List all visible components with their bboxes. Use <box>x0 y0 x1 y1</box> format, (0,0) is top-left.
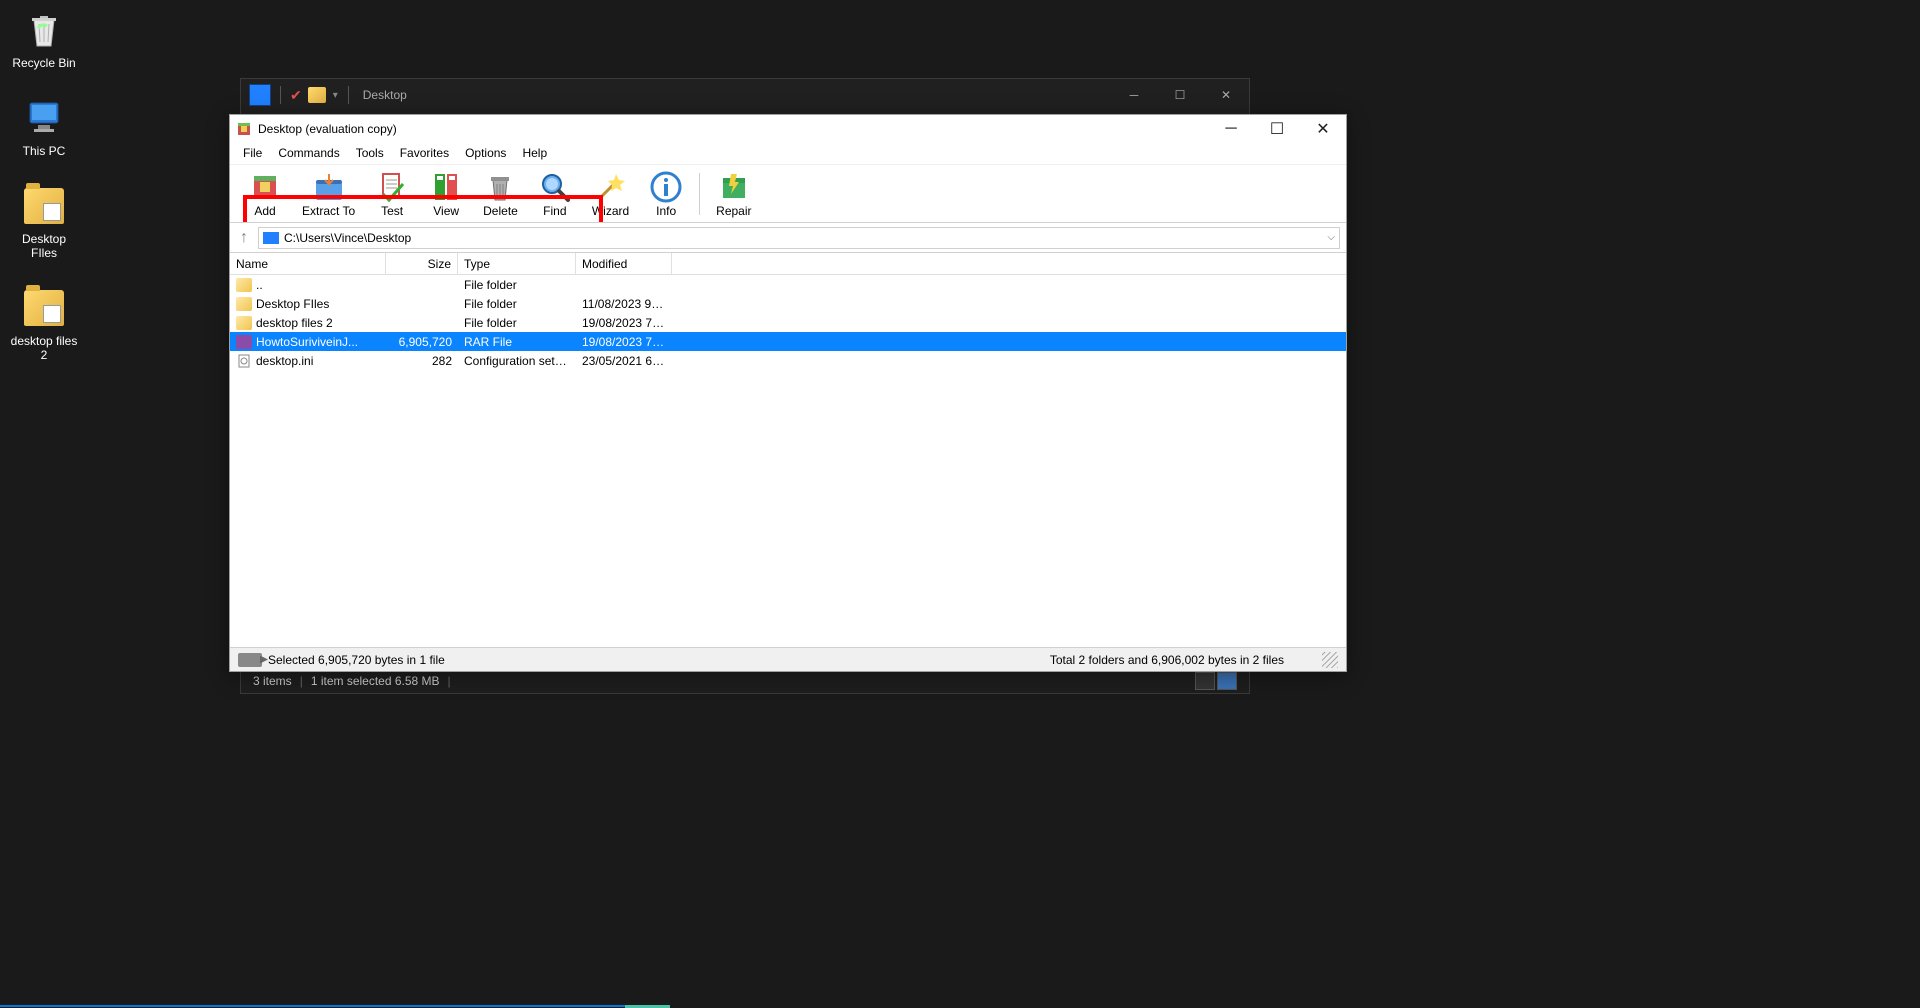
menu-favorites[interactable]: Favorites <box>393 144 456 163</box>
view-icon <box>429 170 463 204</box>
explorer-maximize-button[interactable]: ☐ <box>1157 80 1203 110</box>
file-type: RAR File <box>458 335 576 349</box>
path-text: C:\Users\Vince\Desktop <box>284 231 411 245</box>
wizard-button[interactable]: Wizard <box>582 168 639 220</box>
add-icon <box>248 170 282 204</box>
winrar-toolbar: Add Extract To Test View Delete Find Wiz… <box>230 165 1346 223</box>
this-pc-label: This PC <box>23 144 66 158</box>
file-type: File folder <box>458 297 576 311</box>
file-name: desktop.ini <box>256 354 313 368</box>
file-row[interactable]: desktop.ini 282Configuration setti...23/0… <box>230 351 1346 370</box>
desktop-files-2-folder-icon[interactable]: desktop files 2 <box>4 282 84 366</box>
desktop-files-label: Desktop FIles <box>8 232 80 260</box>
winrar-pathbar: ↑ C:\Users\Vince\Desktop ⌵ <box>230 223 1346 253</box>
file-row[interactable]: .. File folder <box>230 275 1346 294</box>
file-name: .. <box>256 278 263 292</box>
this-pc-icon[interactable]: This PC <box>4 92 84 162</box>
status-selected-text: Selected 6,905,720 bytes in 1 file <box>268 653 445 667</box>
explorer-titlebar[interactable]: ✔ ▾ Desktop ─ ☐ ✕ <box>241 79 1249 111</box>
file-size: 6,905,720 <box>386 335 458 349</box>
explorer-pc-icon[interactable] <box>249 84 271 106</box>
winrar-file-list[interactable]: Name Size Type Modified ..File folderDes… <box>230 253 1346 647</box>
file-modified: 19/08/2023 7:1... <box>576 335 672 349</box>
file-name: desktop files 2 <box>256 316 333 330</box>
column-type[interactable]: Type <box>458 253 576 274</box>
winrar-minimize-button[interactable]: ─ <box>1208 116 1254 142</box>
winrar-maximize-button[interactable]: ☐ <box>1254 116 1300 142</box>
explorer-status-bar: 3 items | 1 item selected 6.58 MB | <box>241 669 1249 693</box>
explorer-folder-icon <box>308 87 326 103</box>
file-type: File folder <box>458 316 576 330</box>
recycle-bin-icon[interactable]: Recycle Bin <box>4 4 84 74</box>
file-modified: 11/08/2023 9:5... <box>576 297 672 311</box>
resize-grip[interactable] <box>1322 652 1338 668</box>
delete-button[interactable]: Delete <box>473 168 528 220</box>
menu-commands[interactable]: Commands <box>271 144 346 163</box>
menu-help[interactable]: Help <box>515 144 554 163</box>
explorer-item-count: 3 items <box>253 674 292 688</box>
find-button[interactable]: Find <box>528 168 582 220</box>
add-button[interactable]: Add <box>238 168 292 220</box>
column-size[interactable]: Size <box>386 253 458 274</box>
status-drive-icon[interactable] <box>238 653 262 667</box>
winrar-menubar: File Commands Tools Favorites Options He… <box>230 143 1346 165</box>
file-name: Desktop FIles <box>256 297 329 311</box>
explorer-qat-dropdown-icon[interactable]: ▾ <box>333 90 338 101</box>
rar-icon <box>236 335 252 349</box>
recycle-bin-label: Recycle Bin <box>12 56 75 70</box>
test-icon <box>375 170 409 204</box>
explorer-view-large-button[interactable] <box>1217 672 1237 690</box>
folder-icon <box>236 297 252 311</box>
explorer-minimize-button[interactable]: ─ <box>1111 80 1157 110</box>
winrar-window-title: Desktop (evaluation copy) <box>258 122 397 136</box>
repair-button[interactable]: Repair <box>706 168 761 220</box>
test-button[interactable]: Test <box>365 168 419 220</box>
winrar-app-icon <box>236 121 252 137</box>
extract-icon <box>312 170 346 204</box>
extract-button[interactable]: Extract To <box>292 168 365 220</box>
file-list-header: Name Size Type Modified <box>230 253 1346 275</box>
info-icon <box>649 170 683 204</box>
path-dropdown-icon[interactable]: ⌵ <box>1327 232 1335 243</box>
column-name[interactable]: Name <box>230 253 386 274</box>
file-type: File folder <box>458 278 576 292</box>
menu-tools[interactable]: Tools <box>349 144 391 163</box>
desktop-files-folder-icon[interactable]: Desktop FIles <box>4 180 84 264</box>
folder-icon <box>236 278 252 292</box>
info-button[interactable]: Info <box>639 168 693 220</box>
file-row[interactable]: desktop files 2 File folder19/08/2023 7:0… <box>230 313 1346 332</box>
ini-icon <box>236 354 252 368</box>
column-modified[interactable]: Modified <box>576 253 672 274</box>
file-modified: 23/05/2021 6:1... <box>576 354 672 368</box>
explorer-window-title: Desktop <box>363 88 407 102</box>
file-size: 282 <box>386 354 458 368</box>
file-row[interactable]: Desktop FIles File folder11/08/2023 9:5..… <box>230 294 1346 313</box>
path-combo[interactable]: C:\Users\Vince\Desktop ⌵ <box>258 227 1340 249</box>
path-drive-icon <box>263 232 279 244</box>
file-row[interactable]: HowtoSuriviveinJ... 6,905,720RAR File19/0… <box>230 332 1346 351</box>
explorer-view-details-button[interactable] <box>1195 672 1215 690</box>
delete-icon <box>483 170 517 204</box>
file-name: HowtoSuriviveinJ... <box>256 335 358 349</box>
find-icon <box>538 170 572 204</box>
desktop-icons-column: Recycle Bin This PC Desktop FIles deskto… <box>4 4 84 384</box>
status-total-text: Total 2 folders and 6,906,002 bytes in 2… <box>1050 653 1314 667</box>
file-type: Configuration setti... <box>458 354 576 368</box>
desktop-files-2-label: desktop files 2 <box>8 334 80 362</box>
file-modified: 19/08/2023 7:0... <box>576 316 672 330</box>
path-up-button[interactable]: ↑ <box>236 227 252 249</box>
winrar-close-button[interactable]: ✕ <box>1300 116 1346 142</box>
explorer-selected-count: 1 item selected 6.58 MB <box>311 674 440 688</box>
menu-options[interactable]: Options <box>458 144 513 163</box>
explorer-close-button[interactable]: ✕ <box>1203 80 1249 110</box>
wizard-icon <box>594 170 628 204</box>
folder-icon <box>236 316 252 330</box>
winrar-status-bar: Selected 6,905,720 bytes in 1 file Total… <box>230 647 1346 671</box>
repair-icon <box>717 170 751 204</box>
view-button[interactable]: View <box>419 168 473 220</box>
winrar-titlebar[interactable]: Desktop (evaluation copy) ─ ☐ ✕ <box>230 115 1346 143</box>
explorer-checkmark-icon: ✔ <box>290 87 302 104</box>
winrar-window: Desktop (evaluation copy) ─ ☐ ✕ File Com… <box>229 114 1347 672</box>
menu-file[interactable]: File <box>236 144 269 163</box>
